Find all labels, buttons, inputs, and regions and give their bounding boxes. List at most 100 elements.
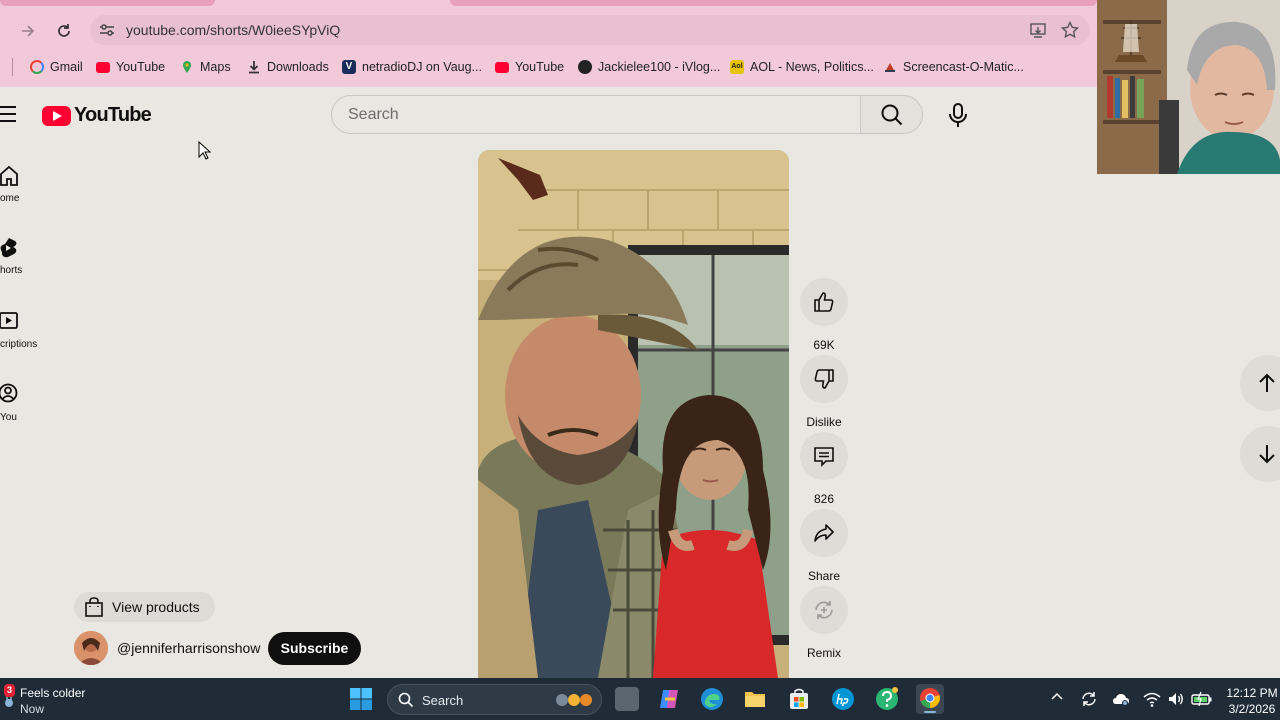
browser-toolbar: youtube.com/shorts/W0ieeSYpViQ Gmail You… bbox=[0, 0, 1097, 87]
bookmark-label: AOL - News, Politics... bbox=[750, 60, 874, 74]
task-view-icon[interactable] bbox=[615, 687, 639, 711]
shorts-video-player[interactable] bbox=[478, 150, 789, 678]
subscribe-button[interactable]: Subscribe bbox=[268, 632, 361, 665]
remix-label: Remix bbox=[806, 646, 841, 660]
microsoft-store-icon[interactable] bbox=[787, 687, 811, 711]
channel-avatar[interactable] bbox=[74, 631, 108, 665]
channel-name[interactable]: @jenniferharrisonshow bbox=[117, 640, 260, 656]
bookmarks-bar: Gmail YouTube Maps Downloads V netradioD… bbox=[0, 54, 1097, 80]
bookmark-jackielee[interactable]: Jackielee100 - iVlog... bbox=[578, 58, 720, 76]
nav-label: horts bbox=[0, 265, 23, 276]
dislike-button[interactable]: Dislike bbox=[799, 355, 849, 429]
taskbar-search[interactable]: Search bbox=[387, 684, 602, 715]
bookmark-label: YouTube bbox=[116, 60, 166, 74]
nav-label: ome bbox=[0, 193, 20, 204]
guide-menu-icon[interactable] bbox=[0, 106, 18, 122]
subscriptions-icon bbox=[0, 312, 18, 329]
youtube-icon bbox=[495, 61, 509, 73]
bookmark-aol[interactable]: Aol AOL - News, Politics... bbox=[730, 58, 874, 76]
show-hidden-icons-icon[interactable] bbox=[1050, 690, 1064, 707]
youtube-logo-icon bbox=[42, 105, 71, 126]
youtube-icon bbox=[96, 61, 110, 73]
install-app-icon[interactable] bbox=[1028, 20, 1048, 40]
shorts-icon bbox=[0, 238, 17, 258]
remix-button-circle[interactable] bbox=[800, 586, 848, 634]
comment-count: 826 bbox=[813, 492, 835, 506]
search-button[interactable] bbox=[860, 95, 923, 134]
reload-icon[interactable] bbox=[53, 20, 75, 42]
chrome-taskbar-button[interactable] bbox=[916, 684, 944, 714]
bookmark-label: Downloads bbox=[267, 60, 329, 74]
download-icon bbox=[247, 60, 261, 74]
copilot-icon[interactable] bbox=[657, 687, 681, 711]
bookmark-separator bbox=[12, 58, 13, 76]
video-frame bbox=[478, 150, 789, 678]
bookmark-netradiodj[interactable]: V netradioDJ on Vaug... bbox=[342, 58, 482, 76]
bookmark-maps[interactable]: Maps bbox=[180, 58, 231, 76]
battery-icon[interactable] bbox=[1191, 690, 1213, 711]
nav-shorts[interactable]: horts bbox=[0, 236, 60, 296]
voice-search-button[interactable] bbox=[938, 95, 978, 135]
tab-strip bbox=[0, 0, 215, 6]
nav-home[interactable]: ome bbox=[0, 164, 60, 224]
wifi-icon[interactable] bbox=[1143, 690, 1161, 711]
screencast-icon bbox=[883, 60, 897, 74]
previous-short-button[interactable] bbox=[1240, 355, 1280, 411]
comment-icon bbox=[814, 447, 834, 467]
start-button[interactable] bbox=[349, 687, 373, 711]
url-text[interactable]: youtube.com/shorts/W0ieeSYpViQ bbox=[126, 22, 340, 38]
dislike-button-circle[interactable] bbox=[800, 355, 848, 403]
share-label: Share bbox=[807, 569, 841, 583]
maps-icon bbox=[180, 60, 194, 74]
bookmark-screencast[interactable]: Screencast-O-Matic... bbox=[883, 58, 1024, 76]
bookmark-downloads[interactable]: Downloads bbox=[247, 58, 329, 76]
thumbs-up-icon bbox=[814, 292, 834, 312]
microphone-icon bbox=[949, 103, 967, 127]
file-explorer-icon[interactable] bbox=[743, 687, 767, 711]
vaughn-icon: V bbox=[342, 60, 356, 74]
sync-icon[interactable] bbox=[1080, 690, 1098, 711]
bookmark-label: Jackielee100 - iVlog... bbox=[598, 60, 721, 74]
bookmark-youtube-2[interactable]: YouTube bbox=[495, 58, 564, 76]
share-button-circle[interactable] bbox=[800, 509, 848, 557]
edge-icon[interactable] bbox=[700, 687, 724, 711]
clock-time[interactable]: 12:12 PM bbox=[1226, 686, 1278, 700]
share-icon bbox=[814, 524, 834, 542]
windows-icon bbox=[350, 688, 372, 710]
nav-you[interactable]: You bbox=[0, 382, 60, 442]
arrow-up-icon bbox=[1259, 373, 1275, 392]
bookmark-star-icon[interactable] bbox=[1060, 20, 1080, 40]
search-input[interactable]: Search bbox=[331, 95, 861, 134]
you-icon bbox=[0, 383, 18, 403]
nav-label: criptions bbox=[0, 339, 38, 350]
gmail-icon bbox=[30, 60, 44, 74]
weather-title[interactable]: Feels colder bbox=[20, 686, 85, 700]
nav-subscriptions[interactable]: criptions bbox=[0, 309, 60, 369]
bookmark-label: netradioDJ on Vaug... bbox=[362, 60, 482, 74]
youtube-logo[interactable]: YouTube bbox=[42, 104, 152, 127]
site-info-icon[interactable] bbox=[98, 21, 116, 39]
remix-button[interactable]: Remix bbox=[799, 586, 849, 660]
shopping-bag-icon bbox=[85, 597, 103, 617]
clock-date[interactable]: 3/2/2026 bbox=[1226, 702, 1278, 716]
next-short-button[interactable] bbox=[1240, 426, 1280, 482]
like-button[interactable]: 69K bbox=[799, 278, 849, 352]
comments-button[interactable]: 826 bbox=[799, 432, 849, 506]
share-button[interactable]: Share bbox=[799, 509, 849, 583]
forward-icon[interactable] bbox=[17, 20, 39, 42]
comments-button-circle[interactable] bbox=[800, 432, 848, 480]
volume-icon[interactable] bbox=[1167, 690, 1185, 711]
taskbar-search-placeholder: Search bbox=[422, 693, 464, 708]
remix-icon bbox=[815, 601, 833, 619]
bookmark-label: Maps bbox=[200, 60, 231, 74]
cloud-icon[interactable] bbox=[1112, 690, 1130, 711]
bookmark-gmail[interactable]: Gmail bbox=[30, 58, 83, 76]
search-icon bbox=[881, 104, 903, 126]
weather-alert-badge: 3 bbox=[4, 684, 15, 697]
view-products-button[interactable]: View products bbox=[74, 592, 215, 622]
like-button-circle[interactable] bbox=[800, 278, 848, 326]
help-icon[interactable] bbox=[875, 687, 899, 711]
hp-icon[interactable] bbox=[831, 687, 855, 711]
address-bar[interactable]: youtube.com/shorts/W0ieeSYpViQ bbox=[90, 15, 1090, 45]
bookmark-youtube[interactable]: YouTube bbox=[96, 58, 165, 76]
